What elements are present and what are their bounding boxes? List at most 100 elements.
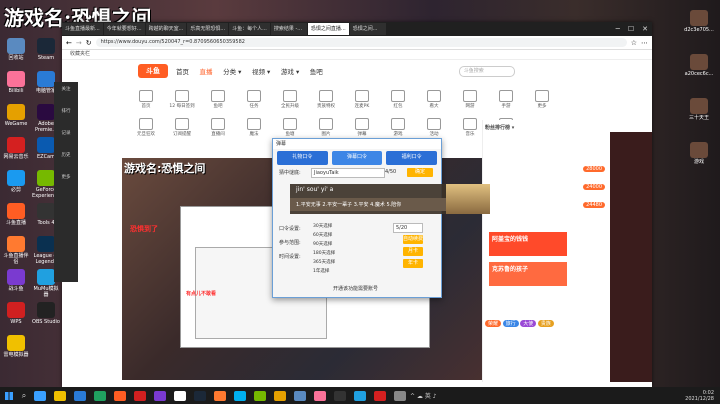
taskbar-app-icon[interactable]: [274, 390, 286, 401]
taskbar-app-icon[interactable]: [94, 390, 106, 401]
side-btn-3[interactable]: 年卡: [403, 259, 423, 268]
category-item[interactable]: 网游: [456, 90, 484, 109]
browser-tab[interactable]: 今年就要想好...: [103, 23, 145, 35]
nav-live[interactable]: 直播: [200, 68, 213, 76]
answer-input[interactable]: JiaoyuTaik: [311, 168, 385, 178]
taskbar-app-icon[interactable]: [254, 390, 266, 401]
taskbar-app-icon[interactable]: [74, 390, 86, 401]
taskbar-app-icon[interactable]: [134, 390, 146, 401]
taskbar-app-icon[interactable]: [214, 390, 226, 401]
category-item[interactable]: 弹幕: [348, 118, 376, 137]
taskbar-app-icon[interactable]: [314, 390, 326, 401]
category-item[interactable]: 直播间: [204, 118, 232, 137]
taskbar-app-icon[interactable]: [354, 390, 366, 401]
desktop-icon[interactable]: 斗鱼直播: [2, 203, 30, 226]
duration-option[interactable]: 30天选择: [313, 223, 381, 231]
category-item[interactable]: 连麦PK: [348, 90, 376, 109]
chat-banner-1[interactable]: 阿盖宝的钱钱: [489, 232, 567, 256]
menu-icon[interactable]: ⋯: [641, 39, 648, 47]
dock-item[interactable]: 排行: [54, 104, 78, 126]
browser-tab[interactable]: 恐惧之间...: [349, 23, 386, 35]
category-item[interactable]: 红包: [384, 90, 412, 109]
desktop-icon[interactable]: Steam: [32, 38, 60, 61]
chat-banner-2[interactable]: 克苏鲁的孩子: [489, 262, 567, 286]
taskbar-app-icon[interactable]: [374, 390, 386, 401]
maximize-button[interactable]: ☐: [628, 25, 634, 33]
search-icon[interactable]: ⌕: [18, 387, 30, 404]
close-button[interactable]: ✕: [642, 25, 648, 33]
dock-item[interactable]: 更多: [54, 170, 78, 192]
nav-video[interactable]: 视频 ▾: [252, 68, 270, 76]
duration-option[interactable]: 90天选择: [313, 241, 381, 249]
side-btn-2[interactable]: 月卡: [403, 247, 423, 256]
category-item[interactable]: 全民升级: [276, 90, 304, 109]
category-item[interactable]: 首页: [132, 90, 160, 109]
desktop-icon[interactable]: OBS Studio: [32, 302, 60, 325]
tab-gift-command[interactable]: 礼物口令: [277, 151, 328, 165]
time-input[interactable]: 5/20: [393, 223, 423, 233]
desktop-icon[interactable]: 斗鱼直播伴侣: [2, 236, 30, 265]
desktop-icon[interactable]: 战斗鱼: [2, 269, 30, 292]
taskbar-app-icon[interactable]: [334, 390, 346, 401]
dock-item[interactable]: 关注: [54, 82, 78, 104]
desktop-icon[interactable]: 回收站: [2, 38, 30, 61]
taskbar-app-icon[interactable]: [394, 390, 406, 401]
desktop-icon[interactable]: 三十天王: [682, 98, 716, 121]
category-item[interactable]: 活动: [420, 118, 448, 137]
desktop-icon[interactable]: Bilibili: [2, 71, 30, 94]
browser-tab[interactable]: 跨越的聊天室...: [145, 23, 187, 35]
category-item[interactable]: 鱼吧: [204, 90, 232, 109]
desktop-icon[interactable]: 游戏: [682, 142, 716, 165]
minimize-button[interactable]: ─: [616, 25, 620, 33]
browser-tab[interactable]: 斗鱼：每个人...: [229, 23, 270, 35]
desktop-icon[interactable]: d2c3e705...: [682, 10, 716, 33]
back-icon[interactable]: ←: [66, 39, 72, 47]
nav-category[interactable]: 分类 ▾: [223, 68, 241, 76]
duration-option[interactable]: 180天选择: [313, 250, 381, 258]
category-item[interactable]: 元旦狂欢: [132, 118, 160, 137]
url-input[interactable]: https://www.douyu.com/520047_r=0.8709560…: [95, 38, 627, 47]
browser-tab[interactable]: 搜索结果 -...: [270, 23, 307, 35]
category-item[interactable]: 游戏: [384, 118, 412, 137]
category-item[interactable]: 贵族特权: [312, 90, 340, 109]
category-item[interactable]: 看大: [420, 90, 448, 109]
clock[interactable]: 0:02 2021/12/28: [685, 390, 720, 402]
duration-option[interactable]: 60天选择: [313, 232, 381, 240]
desktop-icon[interactable]: WPS: [2, 302, 30, 325]
category-item[interactable]: 手游: [492, 90, 520, 109]
dock-item[interactable]: 记录: [54, 126, 78, 148]
star-icon[interactable]: ☆: [631, 39, 637, 47]
tab-welfare-command[interactable]: 福利口令: [386, 151, 438, 165]
category-item[interactable]: 12 每日签到: [168, 90, 196, 109]
taskbar-app-icon[interactable]: [114, 390, 126, 401]
site-search-input[interactable]: 斗鱼搜索: [458, 65, 515, 77]
taskbar-app-icon[interactable]: [294, 390, 306, 401]
forward-icon[interactable]: →: [76, 39, 82, 47]
category-item[interactable]: 订阅提醒: [168, 118, 196, 137]
desktop-icon[interactable]: a20cec6c...: [682, 54, 716, 77]
category-item[interactable]: 更多: [528, 90, 556, 109]
browser-tab[interactable]: 恐惧之间直播...: [307, 23, 349, 35]
dock-item[interactable]: 历史: [54, 148, 78, 170]
duration-option[interactable]: 1年选择: [313, 268, 381, 276]
category-item[interactable]: 鱼塘: [276, 118, 304, 137]
taskbar-app-icon[interactable]: [234, 390, 246, 401]
desktop-icon[interactable]: WeGame: [2, 104, 30, 127]
category-item[interactable]: 魔法: [240, 118, 268, 137]
nav-games[interactable]: 游戏 ▾: [281, 68, 299, 76]
category-item[interactable]: 音乐: [456, 118, 484, 137]
nav-fishbar[interactable]: 鱼吧: [310, 68, 323, 76]
douyu-logo[interactable]: 斗鱼: [138, 64, 168, 78]
favorites-bar[interactable]: 收藏夹栏: [62, 50, 652, 60]
taskbar-app-icon[interactable]: [154, 390, 166, 401]
nav-home[interactable]: 首页: [176, 68, 189, 76]
taskbar-app-icon[interactable]: [54, 390, 66, 401]
taskbar-app-icon[interactable]: [174, 390, 186, 401]
desktop-icon[interactable]: 雷电模拟器: [2, 335, 30, 358]
desktop-icon[interactable]: 网易云音乐: [2, 137, 30, 160]
desktop-icon[interactable]: 必剪: [2, 170, 30, 193]
tray-icons[interactable]: ^ ☁ 英 ♪: [410, 391, 437, 400]
taskbar-app-icon[interactable]: [34, 390, 46, 401]
browser-tab[interactable]: 乐高无限恐惧...: [187, 23, 229, 35]
browser-tab[interactable]: 斗鱼直播最新...: [62, 23, 103, 35]
